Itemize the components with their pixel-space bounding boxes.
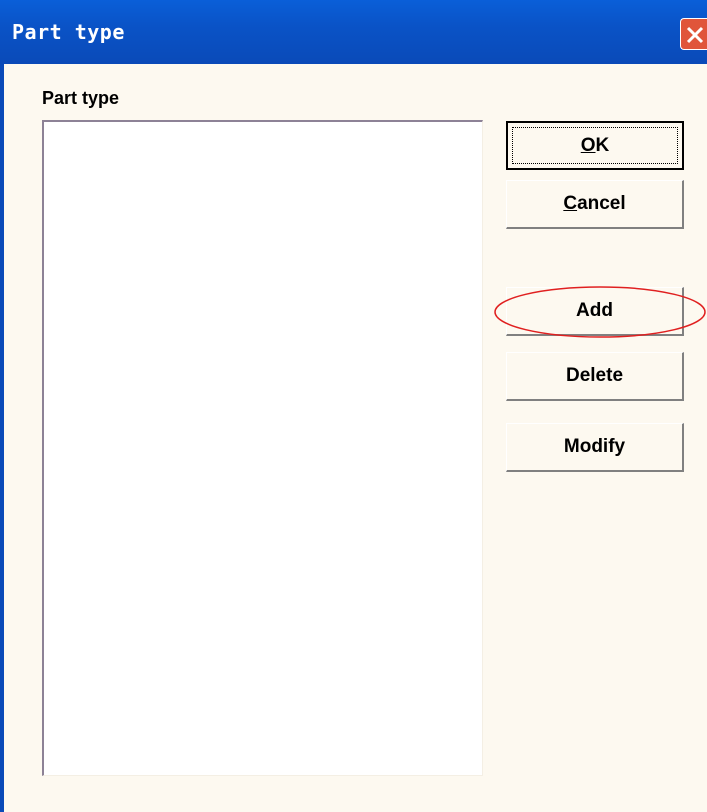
add-button[interactable]: Add	[506, 287, 684, 336]
cancel-button-mnemonic: C	[563, 193, 578, 214]
title-bar[interactable]: Part type	[0, 0, 707, 64]
delete-button-label: Delete	[565, 365, 624, 386]
focus-rectangle	[512, 127, 678, 164]
close-button[interactable]	[680, 18, 707, 50]
modify-button-label: Modify	[563, 436, 626, 457]
add-button-label: Add	[576, 300, 613, 321]
close-icon	[686, 26, 704, 44]
modify-button[interactable]: Modify	[506, 423, 684, 472]
window-border	[0, 64, 4, 812]
part-type-list-label: Part type	[42, 88, 120, 108]
ok-button[interactable]: OK	[506, 121, 684, 170]
cancel-button[interactable]: Cancel	[506, 180, 684, 229]
part-type-listbox[interactable]	[42, 120, 483, 776]
part-type-dialog: Part type Part type OK Cancel Add Delete…	[0, 0, 707, 812]
window-title: Part type	[12, 20, 125, 44]
cancel-button-label: ancel	[577, 193, 626, 214]
delete-button[interactable]: Delete	[506, 352, 684, 401]
